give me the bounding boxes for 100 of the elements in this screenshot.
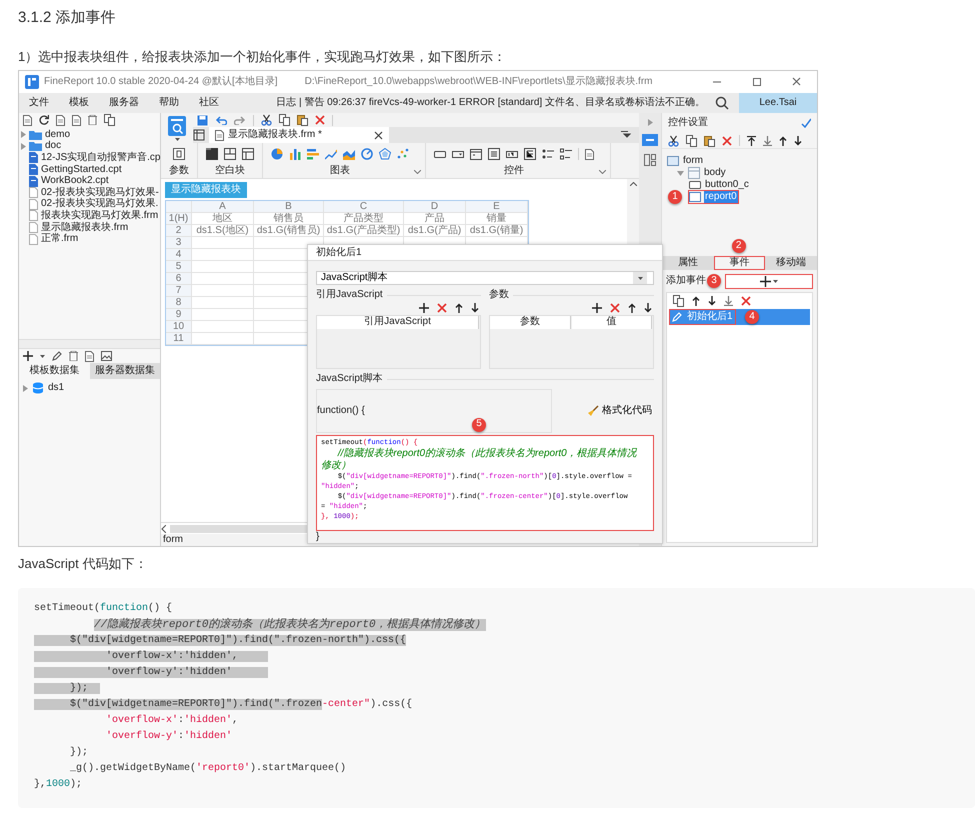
preview-icon[interactable] (85, 350, 94, 362)
tree-node[interactable]: body (703, 167, 727, 179)
collapse-caret-icon[interactable] (414, 170, 421, 174)
arrow-down-icon[interactable] (644, 303, 652, 313)
radio-group-icon[interactable] (560, 148, 572, 160)
undo-icon[interactable] (215, 115, 227, 125)
pencil-icon[interactable] (52, 351, 62, 361)
delete-icon[interactable] (610, 303, 620, 313)
radar-chart-icon[interactable] (379, 148, 391, 160)
arrow-up-icon[interactable] (455, 303, 463, 313)
open-icon[interactable] (23, 114, 32, 126)
menu-item[interactable]: 文件 (19, 97, 59, 109)
menu-item[interactable]: 社区 (189, 97, 229, 109)
sheet-cell[interactable] (192, 297, 254, 309)
sheet-cell[interactable] (192, 309, 254, 321)
move-to-bottom-icon[interactable] (724, 296, 733, 306)
arrow-down-icon[interactable] (471, 303, 479, 313)
add-icon[interactable] (419, 303, 429, 313)
file-tree-item[interactable]: doc (45, 140, 62, 152)
split-layout-icon[interactable] (224, 148, 236, 160)
sheet-cell[interactable] (192, 273, 254, 285)
menu-item[interactable]: 服务器 (99, 97, 149, 109)
gauge-chart-icon[interactable] (361, 148, 373, 160)
panel-tab[interactable]: 事件 (714, 256, 766, 270)
paste-icon[interactable] (704, 134, 715, 146)
widget-settings-icon[interactable] (642, 134, 658, 146)
parameter-icon[interactable] (173, 148, 185, 160)
template-icon[interactable] (167, 115, 187, 137)
area-chart-icon[interactable] (343, 148, 355, 160)
copy-icon[interactable] (686, 134, 697, 146)
panel-tab[interactable]: 移动端 (765, 256, 817, 270)
delete-icon[interactable] (437, 303, 447, 313)
scatter-chart-icon[interactable] (397, 148, 409, 160)
paste-icon[interactable] (297, 114, 308, 126)
add-icon[interactable] (23, 351, 33, 361)
close-tab-icon[interactable] (374, 130, 383, 140)
caret-icon[interactable] (174, 138, 180, 141)
copy-icon[interactable] (104, 114, 115, 126)
grid-layout-icon[interactable] (242, 148, 254, 160)
checkmark-icon[interactable] (801, 118, 811, 128)
script-type-dropdown[interactable]: JavaScript脚本 (316, 271, 654, 285)
file-tree-item[interactable]: 02-报表块实现跑马灯效果- (41, 186, 159, 199)
delete-icon[interactable] (315, 115, 325, 125)
arrow-up-icon[interactable] (692, 296, 700, 306)
export-icon[interactable] (72, 114, 81, 126)
trash-icon[interactable] (88, 115, 97, 125)
grid-icon[interactable] (193, 129, 205, 141)
preview-icon[interactable] (585, 148, 594, 160)
format-code-button[interactable]: 格式化代码 (585, 389, 654, 433)
delete-icon[interactable] (741, 296, 751, 306)
add-event-button[interactable] (725, 274, 813, 288)
sheet-cell[interactable] (192, 333, 254, 345)
file-tree-item[interactable]: 正常.frm (41, 233, 78, 246)
caret-icon[interactable] (773, 280, 778, 282)
arrow-down-icon[interactable] (794, 136, 802, 146)
pie-chart-icon[interactable] (271, 148, 283, 160)
date-icon[interactable] (470, 148, 482, 160)
image-icon[interactable] (101, 351, 112, 361)
sheet-cell[interactable] (192, 261, 254, 273)
panel-tab[interactable]: 属性 (662, 256, 714, 270)
sheet-cell[interactable] (192, 249, 254, 261)
sheet-cell[interactable] (192, 237, 254, 249)
tree-node[interactable]: form (682, 155, 704, 167)
scissors-icon[interactable] (261, 114, 272, 126)
arrow-up-icon[interactable] (779, 136, 787, 146)
text-field-icon[interactable] (434, 149, 446, 159)
arrow-up-icon[interactable] (628, 303, 636, 313)
sheet-cell[interactable] (192, 285, 254, 297)
delete-icon[interactable] (722, 136, 732, 146)
dataset-tab[interactable]: 服务器数据集 (90, 363, 160, 379)
maximize-icon[interactable] (752, 77, 762, 87)
copy-icon[interactable] (673, 295, 684, 307)
collapse-caret-icon[interactable] (599, 170, 606, 174)
corner-cell[interactable] (166, 201, 192, 213)
line-chart-icon[interactable] (325, 148, 337, 160)
panel-menu-icon[interactable] (621, 131, 631, 139)
document-tab[interactable]: 显示隐藏报表块.frm * (209, 127, 389, 143)
scroll-left-icon[interactable] (161, 524, 166, 532)
template-icon[interactable] (56, 114, 65, 126)
redo-icon[interactable] (234, 115, 246, 125)
menu-item[interactable]: 帮助 (149, 97, 189, 109)
file-tree-item[interactable]: 报表块实现跑马灯效果.frm (41, 210, 158, 222)
copy-icon[interactable] (279, 114, 290, 126)
file-tree-item[interactable]: 12-JS实现自动报警声音.cp (41, 152, 160, 164)
file-tree-item[interactable]: demo (45, 128, 70, 141)
search-icon[interactable] (715, 96, 729, 110)
sheet-cell[interactable] (192, 321, 254, 333)
dropdown-icon[interactable] (452, 149, 464, 159)
move-to-bottom-icon[interactable] (763, 136, 772, 146)
tree-node[interactable]: button0_c (704, 179, 750, 191)
tree-icon[interactable] (524, 148, 536, 160)
move-to-top-icon[interactable] (747, 136, 756, 146)
bar-chart-icon[interactable] (289, 148, 301, 160)
file-tree-item[interactable]: WorkBook2.cpt (41, 175, 109, 188)
trash-icon[interactable] (69, 351, 78, 361)
file-icon[interactable] (215, 130, 224, 140)
collapse-arrow-icon[interactable] (677, 170, 684, 176)
menu-item[interactable]: 模板 (59, 97, 99, 109)
refresh-icon[interactable] (39, 115, 49, 125)
tree-node[interactable]: report0 (704, 191, 738, 203)
